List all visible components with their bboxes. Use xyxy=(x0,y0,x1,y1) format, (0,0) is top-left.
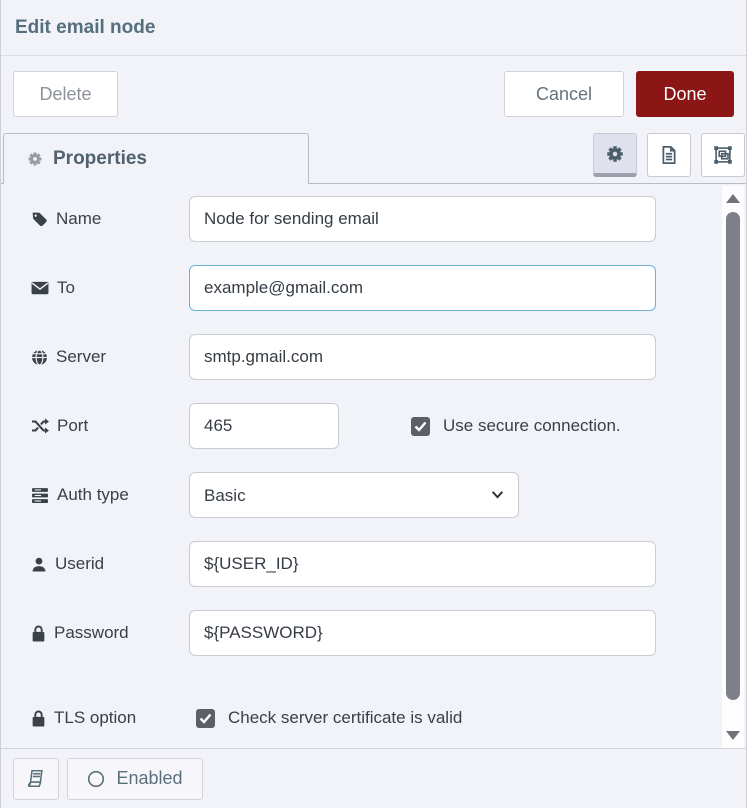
tls-verify-checkbox[interactable] xyxy=(196,709,215,728)
book-icon xyxy=(27,769,46,788)
secure-connection-group: Use secure connection. xyxy=(411,416,621,436)
field-row-port: Port Use secure connection. xyxy=(31,403,746,449)
tab-properties[interactable]: Properties xyxy=(3,133,309,184)
port-input[interactable] xyxy=(189,403,339,449)
description-tool-button[interactable] xyxy=(647,133,691,177)
check-icon xyxy=(199,713,212,724)
envelope-icon xyxy=(31,280,49,296)
gear-icon xyxy=(26,150,44,168)
appearance-icon xyxy=(713,145,733,165)
dialog-button-row: Delete Cancel Done xyxy=(1,56,746,132)
field-row-password: Password xyxy=(31,610,746,656)
field-label: TLS option xyxy=(54,708,136,728)
node-help-button[interactable] xyxy=(13,758,59,800)
delete-button[interactable]: Delete xyxy=(13,71,118,117)
server-icon xyxy=(31,487,49,504)
scrollbar-thumb[interactable] xyxy=(726,212,740,700)
field-label: Auth type xyxy=(57,485,129,505)
field-row-name: Name xyxy=(31,196,746,242)
check-icon xyxy=(414,421,427,432)
secure-connection-checkbox[interactable] xyxy=(411,417,430,436)
dialog-footer: Enabled xyxy=(1,748,746,808)
password-input[interactable] xyxy=(189,610,656,656)
field-label: Userid xyxy=(55,554,104,574)
tls-verify-label: Check server certificate is valid xyxy=(228,708,462,728)
name-input[interactable] xyxy=(189,196,656,242)
field-label: To xyxy=(57,278,75,298)
cancel-button[interactable]: Cancel xyxy=(504,71,624,117)
userid-input[interactable] xyxy=(189,541,656,587)
field-label: Name xyxy=(56,209,101,229)
lock-icon xyxy=(31,625,46,642)
dialog-title: Edit email node xyxy=(15,17,155,39)
field-row-tls-option: TLS option Check server certificate is v… xyxy=(31,703,746,733)
enabled-label: Enabled xyxy=(116,768,182,789)
form-scrollbar[interactable] xyxy=(722,186,744,748)
globe-icon xyxy=(31,349,48,366)
to-input[interactable] xyxy=(189,265,656,311)
auth-type-select-wrap: Basic xyxy=(189,472,519,518)
tab-toolbar xyxy=(593,133,746,177)
properties-form: Name To Server xyxy=(1,184,746,748)
field-label: Server xyxy=(56,347,106,367)
done-button[interactable]: Done xyxy=(636,71,734,117)
field-row-userid: Userid xyxy=(31,541,746,587)
doc-icon xyxy=(659,145,679,165)
gear-icon xyxy=(605,144,625,164)
field-label: Port xyxy=(57,416,88,436)
properties-tool-button[interactable] xyxy=(593,133,637,177)
tab-properties-label: Properties xyxy=(53,148,147,170)
enabled-toggle-button[interactable]: Enabled xyxy=(67,758,203,800)
tag-icon xyxy=(31,211,48,228)
auth-type-select[interactable]: Basic xyxy=(189,472,519,518)
lock-icon xyxy=(31,710,46,727)
tls-checkbox-group: Check server certificate is valid xyxy=(196,708,462,728)
secure-connection-label: Use secure connection. xyxy=(443,416,621,436)
field-row-to: To xyxy=(31,265,746,311)
edit-email-node-dialog: Edit email node Delete Cancel Done Prope… xyxy=(0,0,747,808)
server-input[interactable] xyxy=(189,334,656,380)
field-row-auth-type: Auth type Basic xyxy=(31,472,746,518)
scroll-up-arrow[interactable] xyxy=(726,194,740,203)
circle-icon xyxy=(87,770,105,788)
tab-bar: Properties xyxy=(1,132,746,184)
user-icon xyxy=(31,556,47,573)
field-row-server: Server xyxy=(31,334,746,380)
dialog-header: Edit email node xyxy=(1,0,746,56)
field-label: Password xyxy=(54,623,129,643)
shuffle-icon xyxy=(31,418,49,434)
scroll-down-arrow[interactable] xyxy=(726,731,740,740)
appearance-tool-button[interactable] xyxy=(701,133,745,177)
